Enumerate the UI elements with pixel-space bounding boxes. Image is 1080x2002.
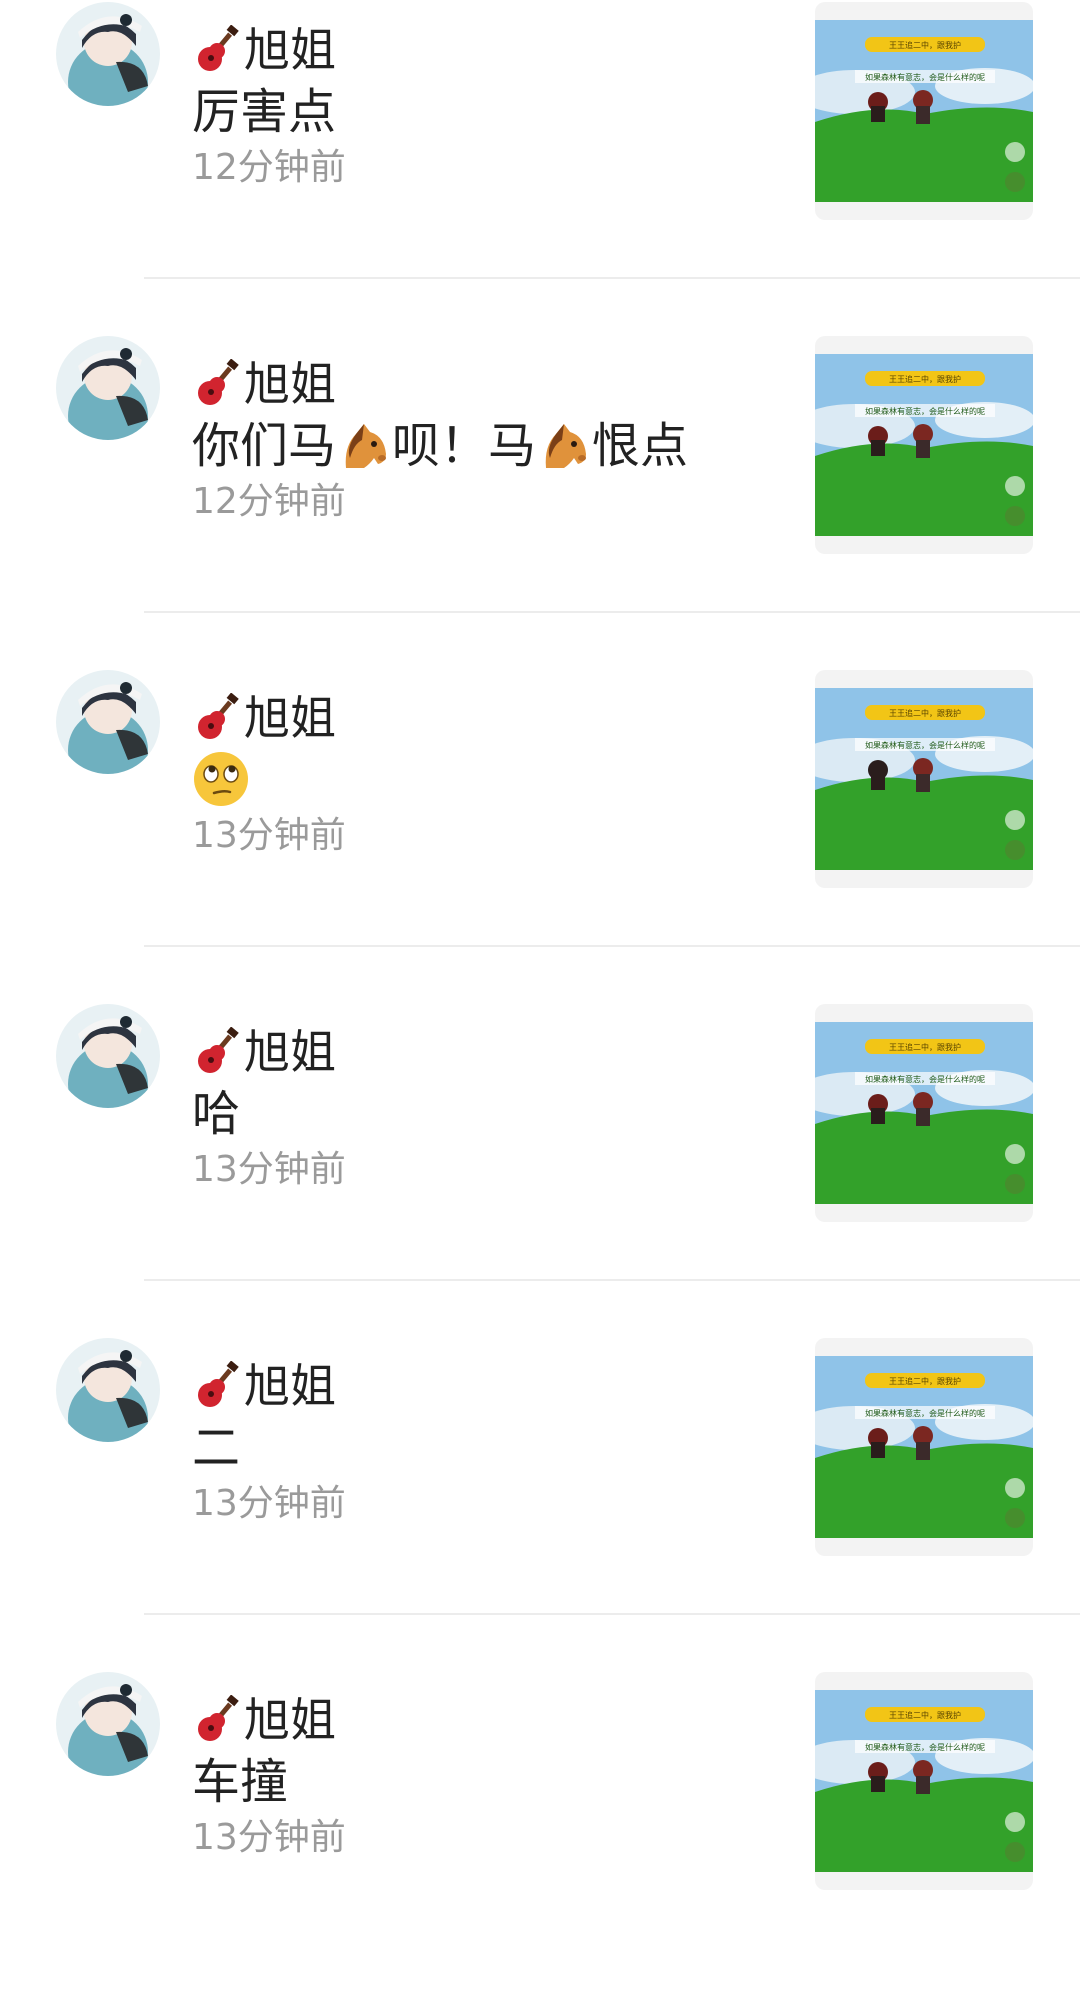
svg-text:王王追二中，跟我护: 王王追二中，跟我护 <box>889 1042 961 1052</box>
svg-text:王王追二中，跟我护: 王王追二中，跟我护 <box>889 1710 961 1720</box>
divider <box>144 1279 1080 1281</box>
author-row: 旭姐 <box>192 354 336 414</box>
divider <box>144 611 1080 613</box>
divider <box>144 277 1080 279</box>
thumbnail-image[interactable]: 王王追二中，跟我护 如果森林有意志，会是什么样的呢 <box>815 1004 1033 1222</box>
author-row: 旭姐 <box>192 1022 336 1082</box>
comment-item[interactable]: 旭姐 哈 13分钟前 王王追二中，跟我护 如果森林有意志，会是什么样的呢 <box>0 1002 1080 1334</box>
svg-text:如果森林有意志，会是什么样的呢: 如果森林有意志，会是什么样的呢 <box>865 1074 985 1084</box>
comment-item[interactable]: 旭姐 厉害点 12分钟前 王王追二中，跟我护 如果森林有意志，会是什么样的呢 <box>0 0 1080 332</box>
comment-text-part: 呗！马 <box>392 418 537 474</box>
thumbnail-image[interactable]: 王王追二中，跟我护 如果森林有意志，会是什么样的呢 <box>815 336 1033 554</box>
divider <box>144 1613 1080 1615</box>
svg-text:如果森林有意志，会是什么样的呢: 如果森林有意志，会是什么样的呢 <box>865 1408 985 1418</box>
comment-text-part: 你们马 <box>192 418 337 474</box>
timestamp: 13分钟前 <box>192 1149 346 1190</box>
timestamp: 13分钟前 <box>192 1483 346 1524</box>
horse-face-icon <box>536 418 592 474</box>
comment-text <box>192 750 250 808</box>
svg-text:王王追二中，跟我护: 王王追二中，跟我护 <box>889 40 961 50</box>
guitar-icon <box>192 1361 242 1411</box>
thumbnail-image[interactable]: 王王追二中，跟我护 如果森林有意志，会是什么样的呢 <box>815 1672 1033 1890</box>
avatar[interactable] <box>56 670 160 774</box>
avatar[interactable] <box>56 2 160 106</box>
svg-text:王王追二中，跟我护: 王王追二中，跟我护 <box>889 708 961 718</box>
comment-text: 厉害点 <box>192 84 337 140</box>
thumbnail-image[interactable]: 王王追二中，跟我护 如果森林有意志，会是什么样的呢 <box>815 1338 1033 1556</box>
comment-item[interactable]: 旭姐 车撞 13分钟前 王王追二中，跟我护 如果森林有意志，会是什么样的呢 <box>0 1670 1080 2002</box>
timestamp: 12分钟前 <box>192 147 346 188</box>
author-row: 旭姐 <box>192 688 336 748</box>
avatar[interactable] <box>56 1672 160 1776</box>
svg-text:如果森林有意志，会是什么样的呢: 如果森林有意志，会是什么样的呢 <box>865 740 985 750</box>
avatar[interactable] <box>56 1338 160 1442</box>
face-with-rolling-eyes-icon <box>192 750 250 808</box>
guitar-icon <box>192 25 242 75</box>
horse-face-icon <box>336 418 392 474</box>
comment-text: 车撞 <box>192 1754 289 1810</box>
guitar-icon <box>192 693 242 743</box>
comment-text: 二 <box>192 1420 241 1476</box>
timestamp: 13分钟前 <box>192 1817 346 1858</box>
comment-text-part: 恨点 <box>592 418 689 474</box>
svg-text:如果森林有意志，会是什么样的呢: 如果森林有意志，会是什么样的呢 <box>865 1742 985 1752</box>
svg-text:王王追二中，跟我护: 王王追二中，跟我护 <box>889 374 961 384</box>
guitar-icon <box>192 1695 242 1745</box>
comment-text: 哈 <box>192 1086 241 1142</box>
author-row: 旭姐 <box>192 1690 336 1750</box>
author-row: 旭姐 <box>192 1356 336 1416</box>
guitar-icon <box>192 1027 242 1077</box>
thumbnail-image[interactable]: 王王追二中，跟我护 如果森林有意志，会是什么样的呢 <box>815 2 1033 220</box>
comment-item[interactable]: 旭姐 13分钟前 王王追二中，跟我护 如果森林有意志，会是什么样的呢 <box>0 668 1080 1000</box>
guitar-icon <box>192 359 242 409</box>
timestamp: 12分钟前 <box>192 481 346 522</box>
avatar[interactable] <box>56 336 160 440</box>
author-name: 旭姐 <box>244 23 336 77</box>
comment-text: 你们马 呗！马 恨点 <box>192 414 688 478</box>
thumbnail-image[interactable]: 王王追二中，跟我护 如果森林有意志，会是什么样的呢 <box>815 670 1033 888</box>
author-row: 旭姐 <box>192 20 336 80</box>
author-name: 旭姐 <box>244 1025 336 1079</box>
author-name: 旭姐 <box>244 1693 336 1747</box>
timestamp: 13分钟前 <box>192 815 346 856</box>
author-name: 旭姐 <box>244 691 336 745</box>
author-name: 旭姐 <box>244 1359 336 1413</box>
svg-text:如果森林有意志，会是什么样的呢: 如果森林有意志，会是什么样的呢 <box>865 406 985 416</box>
avatar[interactable] <box>56 1004 160 1108</box>
divider <box>144 945 1080 947</box>
thumbnail-caption: 如果森林有意志，会是什么样的呢 <box>865 72 985 82</box>
comment-item[interactable]: 旭姐 你们马 呗！马 恨点 12分钟前 王王追二中，跟我护 如果森林有意志，会是… <box>0 334 1080 666</box>
comment-item[interactable]: 旭姐 二 13分钟前 王王追二中，跟我护 如果森林有意志，会是什么样的呢 <box>0 1336 1080 1668</box>
svg-text:王王追二中，跟我护: 王王追二中，跟我护 <box>889 1376 961 1386</box>
author-name: 旭姐 <box>244 357 336 411</box>
